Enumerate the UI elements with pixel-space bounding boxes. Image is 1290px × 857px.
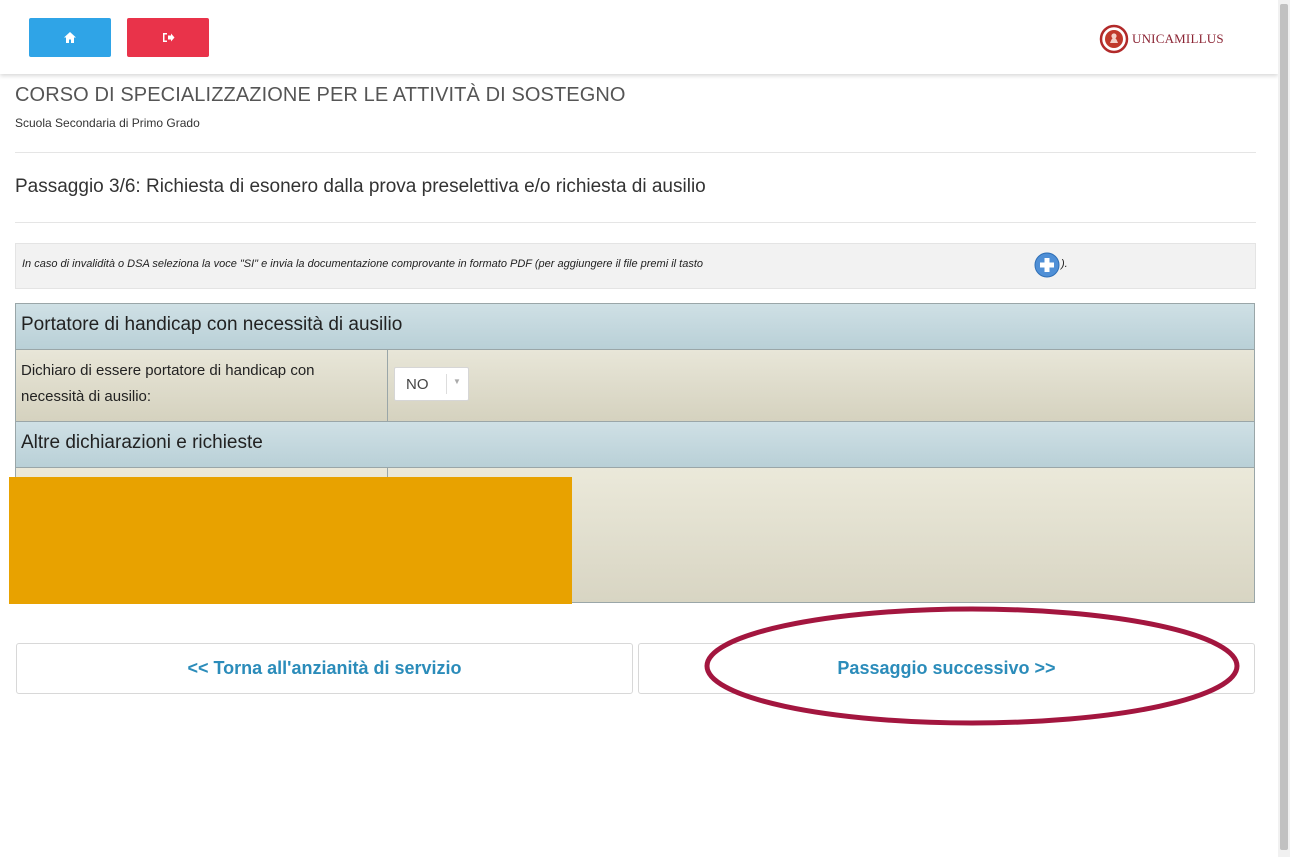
select-separator xyxy=(446,374,447,394)
handicap-select[interactable]: NO ▼ xyxy=(394,367,469,401)
info-notice: In caso di invalidità o DSA seleziona la… xyxy=(15,243,1256,289)
redaction-block xyxy=(9,477,572,604)
home-icon xyxy=(64,32,76,43)
next-step-button[interactable]: Passaggio successivo >> xyxy=(638,643,1255,694)
logo-seal-icon xyxy=(1099,24,1129,54)
divider xyxy=(15,222,1256,223)
logout-icon xyxy=(162,33,174,42)
top-navbar: UNICAMILLUS xyxy=(0,0,1278,74)
logo-text: UNICAMILLUS xyxy=(1132,31,1224,46)
chevron-down-icon: ▼ xyxy=(453,377,461,386)
info-text-end: ). xyxy=(1061,258,1068,270)
cell-divider xyxy=(387,350,388,421)
step-title: Passaggio 3/6: Richiesta di esonero dall… xyxy=(15,176,706,197)
course-subtitle: Scuola Secondaria di Primo Grado xyxy=(15,116,200,130)
back-button[interactable]: << Torna all'anzianità di servizio xyxy=(16,643,633,694)
divider xyxy=(15,152,1256,153)
section-header-handicap: Portatore di handicap con necessità di a… xyxy=(16,304,1254,350)
course-title: CORSO DI SPECIALIZZAZIONE PER LE ATTIVIT… xyxy=(15,84,626,106)
info-text: In caso di invalidità o DSA seleziona la… xyxy=(22,258,703,270)
home-button[interactable] xyxy=(29,18,111,57)
scrollbar-thumb[interactable] xyxy=(1280,4,1288,850)
handicap-label: Dichiaro di essere portatore di handicap… xyxy=(21,362,315,405)
plus-circle-icon xyxy=(1034,252,1060,278)
handicap-select-value: NO xyxy=(406,376,429,393)
logout-button[interactable] xyxy=(127,18,209,57)
unicamillus-logo: UNICAMILLUS xyxy=(1099,23,1224,55)
page-scrollbar[interactable] xyxy=(1278,0,1290,857)
section-header-other: Altre dichiarazioni e richieste xyxy=(16,422,1254,468)
form-row-handicap: Dichiaro di essere portatore di handicap… xyxy=(16,350,1254,422)
